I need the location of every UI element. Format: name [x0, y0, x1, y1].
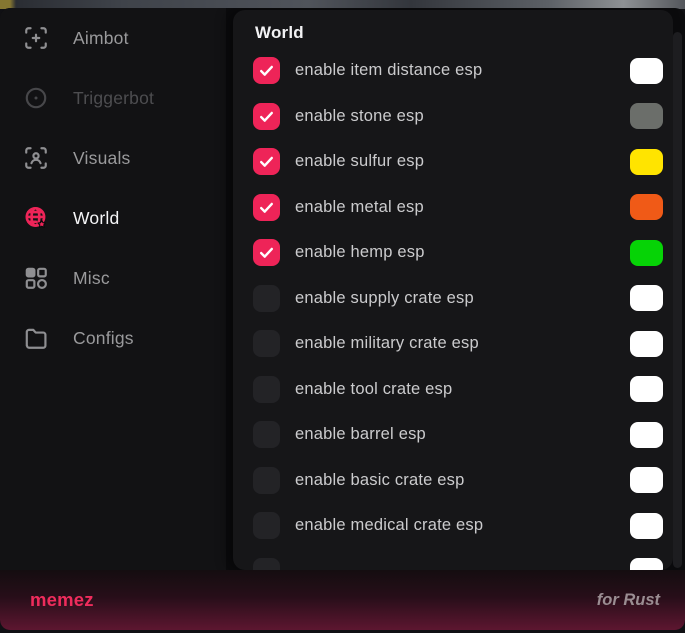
menu-root: Aimbot Triggerbot Visual [0, 8, 685, 630]
checkmark-icon [258, 153, 275, 170]
scrollbar-thumb[interactable] [673, 32, 682, 568]
esp-option-label: enable barrel esp [295, 425, 426, 444]
esp-checkbox[interactable] [253, 148, 280, 175]
sidebar-item-aimbot[interactable]: Aimbot [0, 8, 226, 68]
esp-option-row [233, 549, 673, 571]
esp-checkbox[interactable] [253, 194, 280, 221]
esp-color-swatch[interactable] [630, 467, 663, 493]
esp-color-swatch[interactable] [630, 103, 663, 129]
esp-checkbox[interactable] [253, 330, 280, 357]
sidebar-item-triggerbot[interactable]: Triggerbot [0, 68, 226, 128]
esp-option-label: enable medical crate esp [295, 516, 483, 535]
esp-checkbox[interactable] [253, 285, 280, 312]
esp-option-label: enable tool crate esp [295, 380, 452, 399]
sidebar-item-world[interactable]: World [0, 188, 226, 248]
esp-option-row: enable sulfur esp [233, 139, 673, 185]
esp-option-row: enable stone esp [233, 94, 673, 140]
esp-option-label: enable stone esp [295, 107, 424, 126]
esp-option-row: enable item distance esp [233, 48, 673, 94]
esp-options-list: enable item distance esp enable stone es… [233, 48, 673, 570]
esp-option-row: enable medical crate esp [233, 503, 673, 549]
cheat-menu-window: Aimbot Triggerbot Visual [0, 0, 685, 633]
esp-option-row: enable military crate esp [233, 321, 673, 367]
footer-bar: memez for Rust [0, 570, 685, 630]
esp-checkbox[interactable] [253, 558, 280, 570]
checkmark-icon [258, 62, 275, 79]
esp-option-row: enable supply crate esp [233, 276, 673, 322]
esp-color-swatch[interactable] [630, 558, 663, 570]
esp-color-swatch[interactable] [630, 422, 663, 448]
aimbot-crosshair-icon [22, 25, 49, 52]
esp-checkbox[interactable] [253, 239, 280, 266]
esp-checkbox[interactable] [253, 421, 280, 448]
triggerbot-target-icon [22, 85, 49, 112]
brand-tagline: for Rust [597, 591, 660, 610]
esp-checkbox[interactable] [253, 512, 280, 539]
sidebar-item-misc[interactable]: Misc [0, 248, 226, 308]
checkmark-icon [258, 199, 275, 216]
esp-color-swatch[interactable] [630, 194, 663, 220]
esp-color-swatch[interactable] [630, 376, 663, 402]
esp-option-row: enable barrel esp [233, 412, 673, 458]
esp-option-label: enable sulfur esp [295, 152, 424, 171]
esp-color-swatch[interactable] [630, 285, 663, 311]
esp-option-label: enable military crate esp [295, 334, 479, 353]
sidebar-item-label: Configs [73, 328, 134, 349]
world-settings-panel: World enable item distance esp enable st… [233, 10, 673, 570]
esp-option-row: enable metal esp [233, 185, 673, 231]
esp-option-row: enable basic crate esp [233, 458, 673, 504]
esp-color-swatch[interactable] [630, 331, 663, 357]
esp-color-swatch[interactable] [630, 240, 663, 266]
esp-checkbox[interactable] [253, 467, 280, 494]
esp-option-label: enable item distance esp [295, 61, 482, 80]
sidebar-item-configs[interactable]: Configs [0, 308, 226, 368]
checkmark-icon [258, 108, 275, 125]
sidebar-item-label: World [73, 208, 119, 229]
sidebar: Aimbot Triggerbot Visual [0, 8, 226, 570]
sidebar-item-label: Visuals [73, 148, 131, 169]
visuals-scan-person-icon [22, 145, 49, 172]
esp-checkbox[interactable] [253, 103, 280, 130]
sidebar-item-label: Aimbot [73, 28, 129, 49]
esp-color-swatch[interactable] [630, 149, 663, 175]
esp-option-label: enable hemp esp [295, 243, 425, 262]
esp-option-row: enable hemp esp [233, 230, 673, 276]
esp-option-row: enable tool crate esp [233, 367, 673, 413]
sidebar-item-label: Misc [73, 268, 110, 289]
checkmark-icon [258, 244, 275, 261]
esp-option-label: enable basic crate esp [295, 471, 465, 490]
world-globe-icon [22, 205, 49, 232]
sidebar-item-label: Triggerbot [73, 88, 154, 109]
esp-option-label: enable metal esp [295, 198, 424, 217]
panel-title: World [255, 22, 673, 44]
esp-checkbox[interactable] [253, 57, 280, 84]
esp-option-label: enable supply crate esp [295, 289, 474, 308]
esp-color-swatch[interactable] [630, 58, 663, 84]
sidebar-item-visuals[interactable]: Visuals [0, 128, 226, 188]
esp-checkbox[interactable] [253, 376, 280, 403]
configs-folder-icon [22, 325, 49, 352]
brand-name: memez [30, 589, 94, 611]
misc-shapes-grid-icon [22, 265, 49, 292]
esp-color-swatch[interactable] [630, 513, 663, 539]
